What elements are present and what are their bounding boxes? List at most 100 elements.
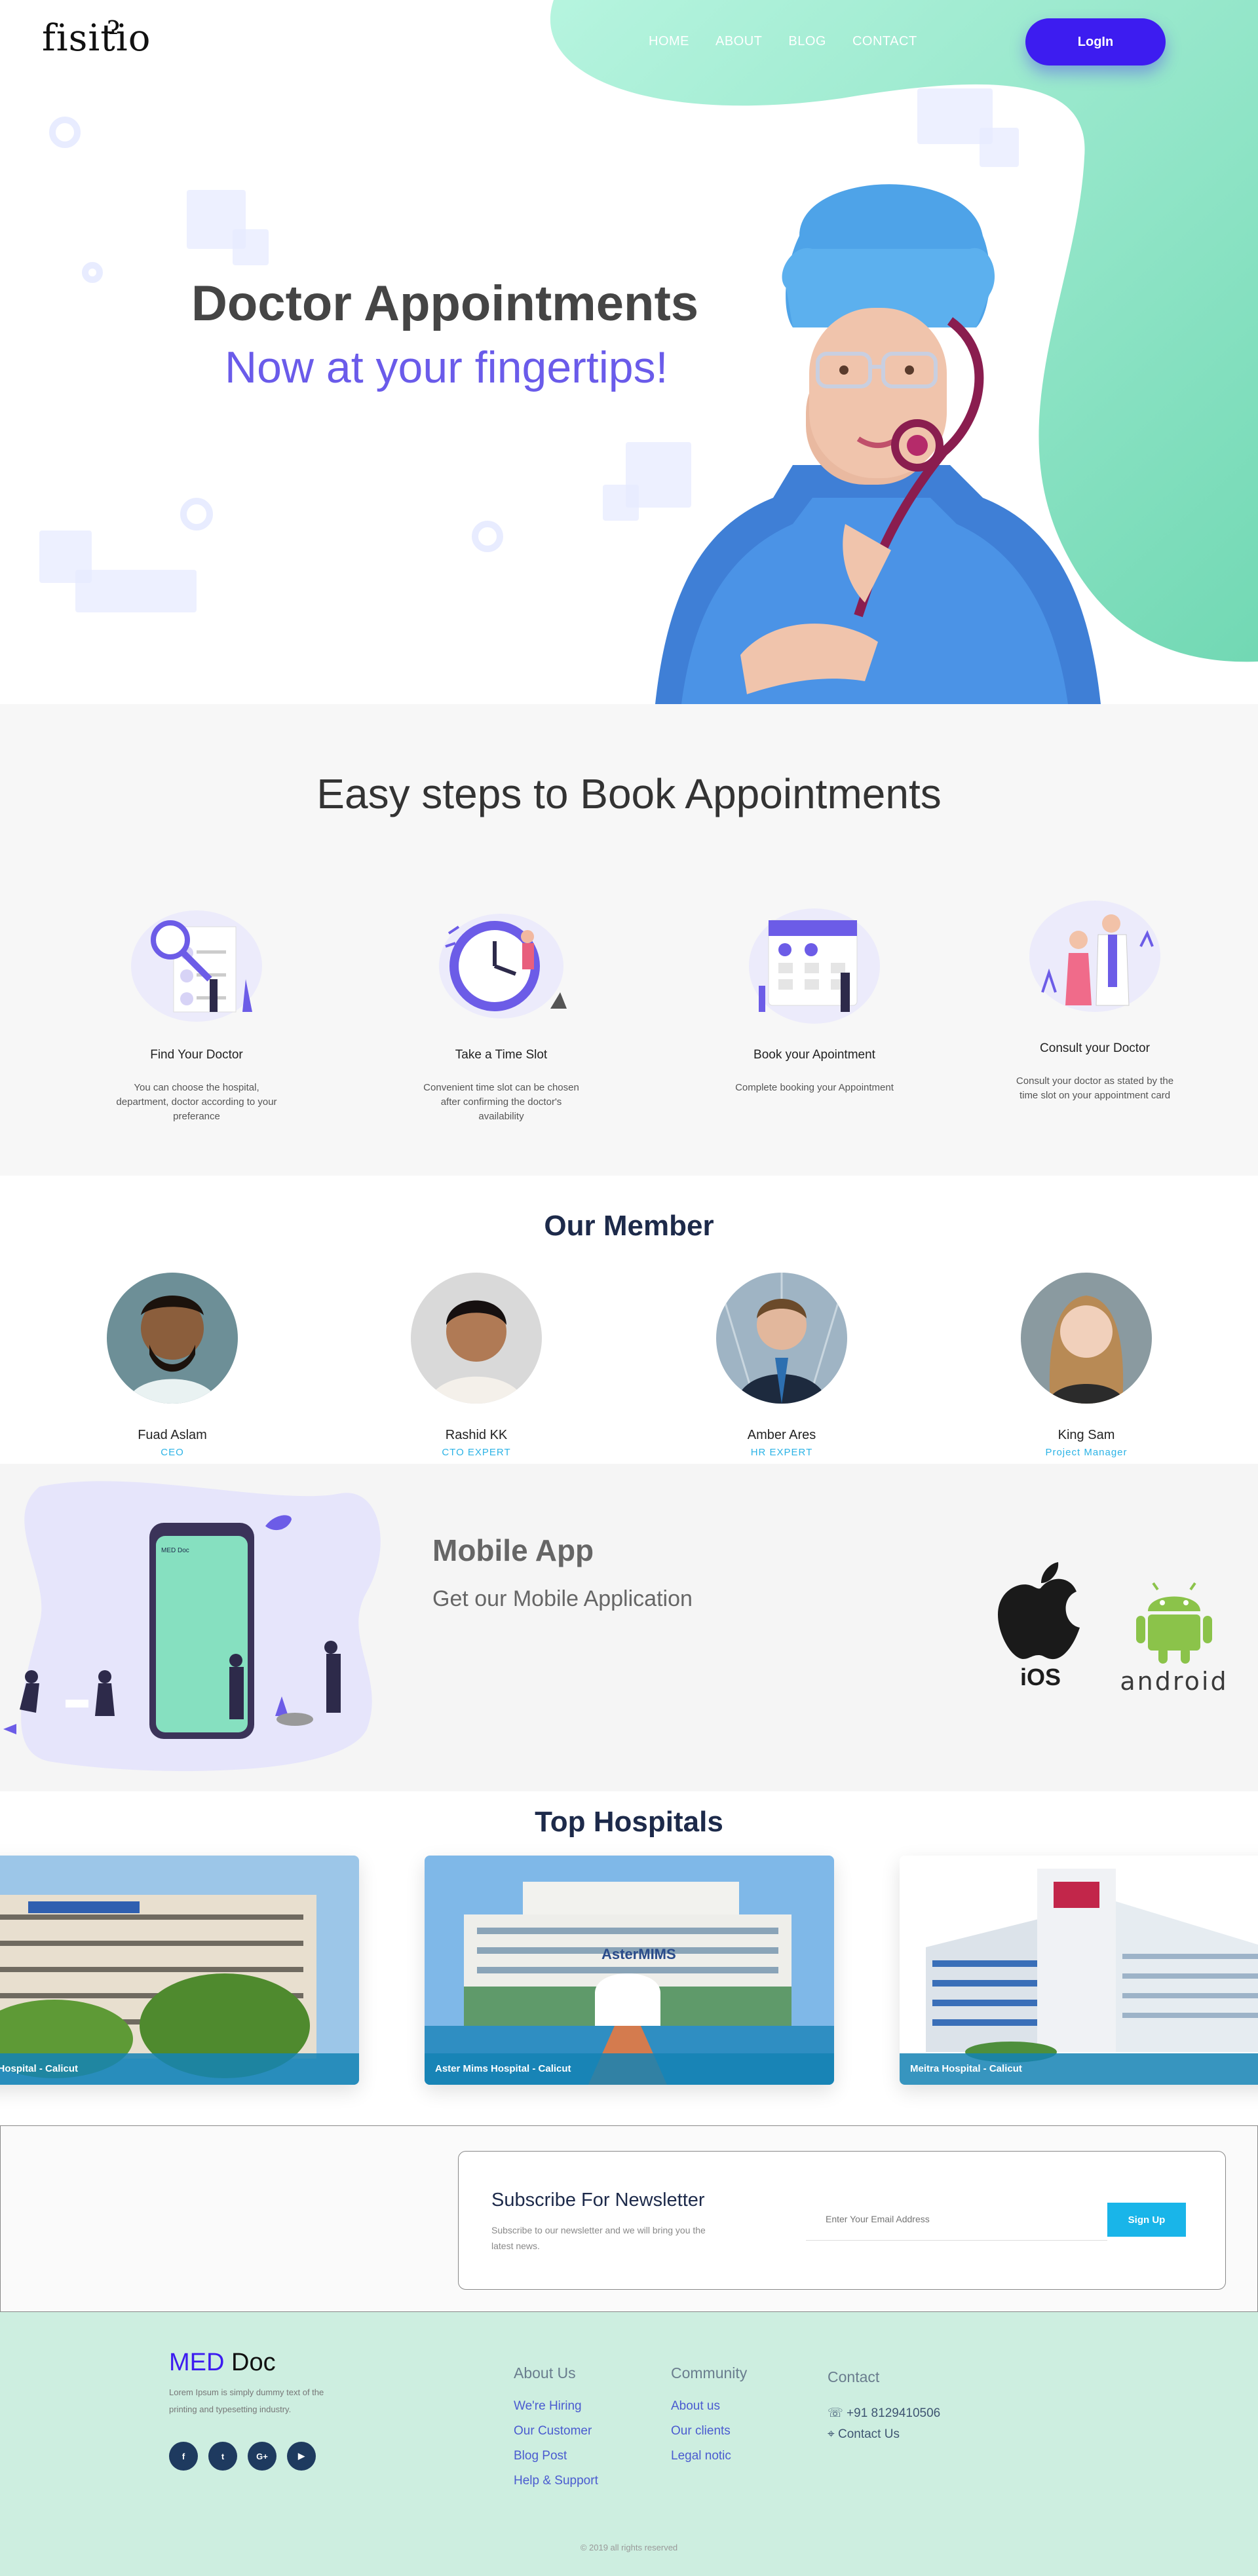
footer-contact-us[interactable]: ⌖ Contact Us (828, 2427, 940, 2442)
google-plus-icon[interactable]: G+ (248, 2442, 276, 2471)
step-description: Consult your doctor as stated by the tim… (1016, 1075, 1174, 1101)
newsletter-description: Subscribe to our newsletter and we will … (491, 2225, 706, 2251)
nav-blog[interactable]: BLOG (788, 34, 826, 49)
member-card: Rashid KK CTO EXPERT (391, 1273, 562, 1458)
member-role: HR EXPERT (750, 1447, 813, 1458)
newsletter-title: Subscribe For Newsletter (491, 2190, 705, 2211)
step-title: Find Your Doctor (150, 1048, 243, 1062)
member-role: CTO EXPERT (442, 1447, 511, 1458)
ios-download-link[interactable]: iOS (995, 1562, 1086, 1693)
hero-decor-square (233, 229, 269, 265)
footer-about-column: About Us We're Hiring Our Customer Blog … (514, 2364, 598, 2499)
footer-phone[interactable]: ☏ +91 8129410506 (828, 2406, 940, 2421)
logo-text: fisitio (42, 17, 151, 60)
copyright: © 2019 all rights reserved (580, 2543, 678, 2552)
footer-contact-us-label: Contact Us (837, 2427, 900, 2441)
newsletter-email-input[interactable] (806, 2197, 1107, 2241)
members-heading: Our Member (544, 1210, 714, 1242)
doctor-image (655, 184, 1101, 704)
footer-link-clients[interactable]: Our clients (671, 2424, 747, 2438)
footer-brand: MED Doc (169, 2349, 276, 2377)
footer-description: Lorem Ipsum is simply dummy text of the … (169, 2387, 324, 2414)
time-slot-illustration (439, 914, 567, 1018)
facebook-icon[interactable]: f (169, 2442, 198, 2471)
member-avatar (1021, 1273, 1152, 1404)
twitter-icon[interactable]: t (208, 2442, 237, 2471)
apple-icon (998, 1562, 1080, 1660)
member-card: King Sam Project Manager (1001, 1273, 1172, 1458)
footer-community-column: Community About us Our clients Legal not… (671, 2364, 747, 2474)
footer-link-hiring[interactable]: We're Hiring (514, 2399, 598, 2414)
phone-screen-label: MED Doc (161, 1547, 189, 1554)
step-description: Complete booking your Appointment (735, 1082, 894, 1093)
steps-heading: Easy steps to Book Appointments (316, 770, 942, 817)
hero-section: fisitio ɂ HOME ABOUT BLOG CONTACT LogIn … (0, 0, 1258, 704)
main-nav: HOME ABOUT BLOG CONTACT (649, 34, 917, 49)
mobile-app-illustration: MED Doc (3, 1481, 381, 1772)
footer-link-customer[interactable]: Our Customer (514, 2424, 598, 2438)
site-logo[interactable]: fisitio ɂ (42, 10, 151, 60)
phone-icon: ☏ (828, 2406, 847, 2420)
youtube-icon[interactable]: ▶ (287, 2442, 316, 2471)
hospitals-section: Top Hospitals emorial Hospital - Calicut… (0, 1791, 1258, 2125)
login-button[interactable]: LogIn (1025, 18, 1166, 65)
member-card: Amber Ares HR EXPERT (696, 1272, 867, 1458)
footer-about-heading: About Us (514, 2364, 576, 2381)
footer-link-about-us[interactable]: About us (671, 2399, 747, 2414)
android-icon (1136, 1582, 1212, 1664)
step-card: Consult your Doctor Consult your doctor … (997, 894, 1193, 1103)
newsletter-card: Subscribe For Newsletter Subscribe to ou… (458, 2151, 1226, 2290)
nav-home[interactable]: HOME (649, 34, 689, 49)
hero-decor-ring (49, 117, 81, 148)
step-card: Take a Time Slot Convenient time slot ca… (403, 901, 600, 1124)
find-doctor-illustration (131, 910, 262, 1022)
member-avatar (107, 1273, 238, 1404)
member-role: CEO (161, 1447, 184, 1458)
step-description: Convenient time slot can be chosen after… (423, 1082, 579, 1122)
member-avatar (715, 1272, 848, 1404)
hero-decor-ring (180, 498, 213, 531)
step-card: Book your Apointment Complete booking yo… (716, 901, 913, 1095)
hospital-image (900, 1856, 1258, 2085)
members-section: Our Member Fuad Aslam CEO Rashid KK CTO … (0, 1176, 1258, 1464)
android-download-link[interactable]: android (1109, 1582, 1240, 1696)
book-appointment-illustration (749, 908, 880, 1024)
hero-decor-ring (82, 262, 103, 283)
footer-community-heading: Community (671, 2364, 748, 2381)
social-links: f t G+ ▶ (169, 2442, 316, 2471)
footer-brand-accent: MED (169, 2349, 225, 2376)
consult-doctor-illustration (1029, 901, 1160, 1012)
member-role: Project Manager (1045, 1447, 1128, 1458)
step-description: You can choose the hospital, department,… (116, 1082, 277, 1122)
hospital-caption: emorial Hospital - Calicut (0, 2053, 359, 2085)
step-card: Find Your Doctor You can choose the hosp… (98, 901, 295, 1124)
mobile-app-section: MED Doc Mobile App Get our Mobile Applic… (0, 1464, 1258, 1791)
hero-title: Doctor Appointments (191, 276, 699, 331)
footer-phone-number: +91 8129410506 (847, 2406, 941, 2420)
member-avatar (411, 1273, 542, 1404)
hero-decor-square (603, 485, 639, 521)
footer-link-help[interactable]: Help & Support (514, 2474, 598, 2488)
footer-link-blog[interactable]: Blog Post (514, 2449, 598, 2463)
member-name: Fuad Aslam (138, 1428, 207, 1442)
steps-section: Easy steps to Book Appointments Find You… (0, 704, 1258, 1176)
hero-subtitle: Now at your fingertips! (225, 343, 668, 392)
mobile-app-title: Mobile App (432, 1533, 594, 1567)
hospital-caption: Aster Mims Hospital - Calicut (425, 2053, 834, 2085)
nav-about[interactable]: ABOUT (715, 34, 762, 49)
hero-decor-ring (472, 521, 503, 552)
hospital-image (0, 1856, 359, 2085)
hospital-card[interactable]: emorial Hospital - Calicut (0, 1856, 359, 2085)
hospitals-heading: Top Hospitals (535, 1806, 723, 1838)
hospital-card[interactable]: Meitra Hospital - Calicut (900, 1856, 1258, 2085)
member-name: King Sam (1058, 1428, 1115, 1442)
footer-brand-rest: Doc (224, 2349, 276, 2376)
location-icon: ⌖ (828, 2427, 838, 2441)
newsletter-signup-button[interactable]: Sign Up (1107, 2203, 1186, 2237)
footer-contact-column: Contact ☏ +91 8129410506 ⌖ Contact Us (828, 2368, 940, 2448)
nav-contact[interactable]: CONTACT (852, 34, 917, 49)
footer-link-legal[interactable]: Legal notic (671, 2449, 747, 2463)
step-title: Book your Apointment (753, 1048, 875, 1062)
hospital-card[interactable]: AsterMIMS Aster Mims Hospital - Calicut (425, 1856, 834, 2085)
logo-stethoscope-mark: ɂ (107, 10, 121, 41)
